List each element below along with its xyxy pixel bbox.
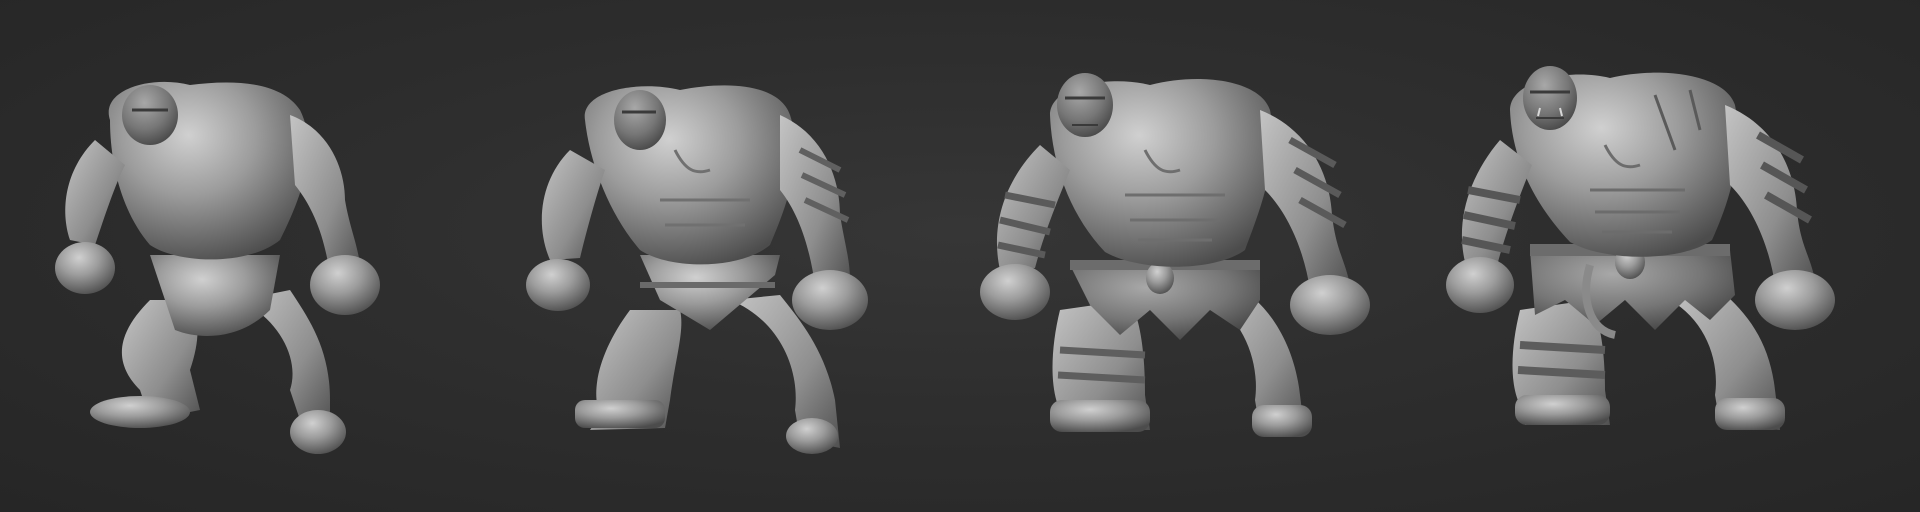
orc-figure-primary-forms [480,0,960,512]
orc-figure-blockout [0,0,480,512]
left-hand [980,264,1050,320]
right-sandal [1252,405,1312,437]
left-fist [55,242,115,294]
figure-4-svg [1446,66,1835,430]
right-fist [310,255,380,315]
left-foot [90,396,190,428]
orc-figure-final-details [1440,0,1920,512]
sculpt-progression-render [0,0,1920,512]
right-hand [1290,275,1370,335]
right-arm [780,115,850,285]
left-arm [541,150,605,260]
head [1057,73,1113,137]
skull-buckle [1146,262,1174,294]
figure-2-svg [526,85,868,454]
left-hand [1446,257,1514,313]
right-sandal [1715,398,1785,430]
left-hand [526,259,590,311]
head [614,90,666,150]
right-foot [290,410,346,454]
right-foot [786,418,838,454]
orc-figure-secondary-details [960,0,1440,512]
head [1523,66,1577,130]
figure-3-svg [980,73,1370,437]
right-hand [1755,270,1835,330]
figure-1-svg [55,81,380,454]
head [122,85,178,145]
left-sandal [1515,395,1610,425]
left-sandal [1050,400,1150,432]
right-arm [290,115,360,275]
right-hand [792,270,868,330]
left-foot [575,400,665,428]
